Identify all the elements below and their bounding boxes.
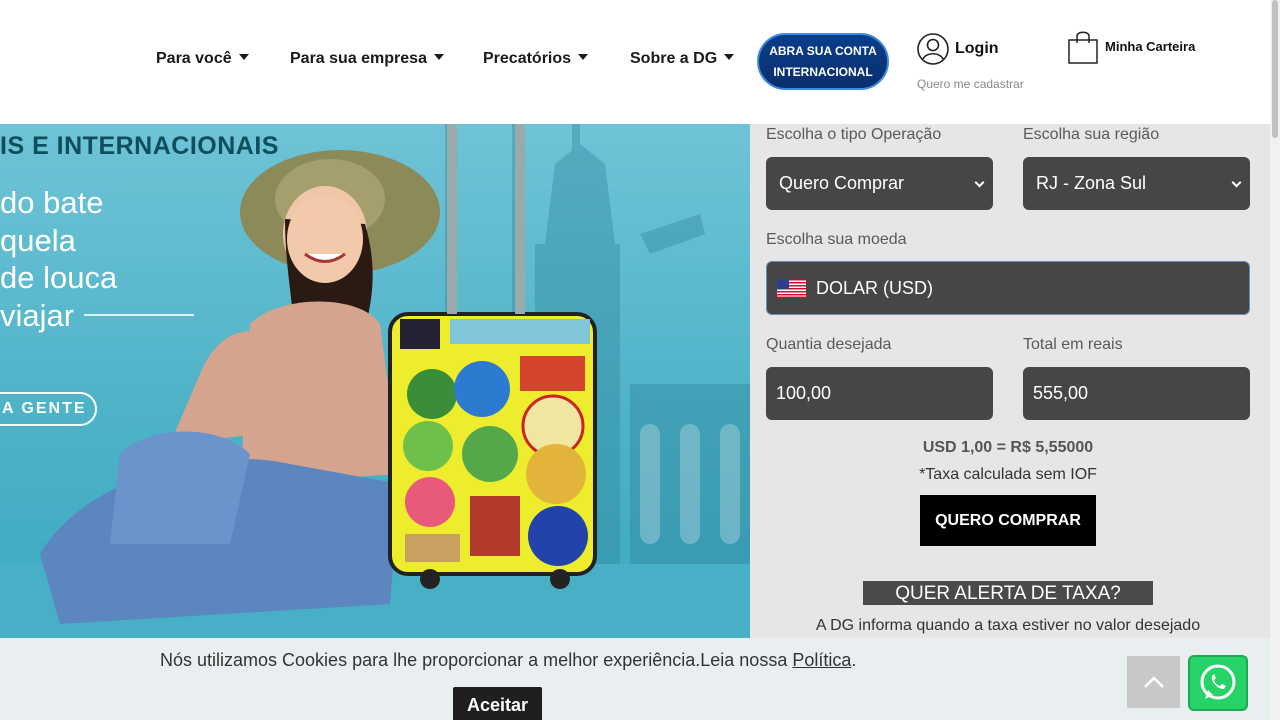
- operation-select[interactable]: Quero Comprar: [766, 157, 993, 210]
- nav-para-sua-empresa[interactable]: Para sua empresa: [290, 50, 444, 68]
- rate-alert-banner[interactable]: QUER ALERTA DE TAXA?: [863, 581, 1153, 605]
- operation-label: Escolha o tipo Operação: [766, 126, 942, 143]
- caret-down-icon: [238, 54, 249, 60]
- total-value: 555,00: [1033, 383, 1089, 403]
- us-flag-icon: [777, 278, 806, 298]
- region-value: RJ - Zona Sul: [1036, 173, 1147, 193]
- login-link[interactable]: Login: [955, 40, 999, 58]
- intl-line1: ABRA SUA CONTA: [769, 43, 877, 58]
- rate-note: *Taxa calculada sem IOF: [919, 466, 1097, 483]
- caret-down-icon: [578, 54, 589, 60]
- total-input[interactable]: 555,00: [1023, 367, 1250, 420]
- hero-cta-button[interactable]: A GENTE: [0, 392, 97, 426]
- scrollbar-thumb[interactable]: [1272, 0, 1278, 138]
- exchange-rate: USD 1,00 = R$ 5,55000: [922, 439, 1094, 456]
- site-header: Para você Para sua empresa Precatórios S…: [0, 0, 1270, 124]
- currency-label: Escolha sua moeda: [766, 231, 907, 248]
- cookie-message: Nós utilizamos Cookies para lhe proporci…: [160, 650, 856, 671]
- hero-tagline: do bate quela de louca viajar: [0, 184, 117, 334]
- cookie-text: Nós utilizamos Cookies para lhe proporci…: [160, 650, 793, 670]
- hero-banner: IS E INTERNACIONAIS do bate quela de lou…: [0, 124, 750, 638]
- operation-value: Quero Comprar: [779, 173, 905, 193]
- shopping-bag-icon[interactable]: [1066, 29, 1100, 65]
- cookie-suffix: .: [851, 650, 857, 670]
- user-icon[interactable]: [917, 33, 949, 65]
- nav-label: Para sua empresa: [290, 50, 427, 67]
- nav-label: Para você: [156, 50, 232, 67]
- region-select[interactable]: RJ - Zona Sul: [1023, 157, 1250, 210]
- caret-down-icon: [724, 54, 735, 60]
- accept-cookies-button[interactable]: Aceitar: [453, 687, 542, 720]
- nav-label: Precatórios: [483, 50, 572, 67]
- chevron-down-icon: [1231, 177, 1242, 188]
- nav-label: Sobre a DG: [630, 50, 718, 67]
- hero-tagline-line: de louca: [0, 260, 118, 295]
- hero-divider: [84, 314, 194, 316]
- region-label: Escolha sua região: [1023, 126, 1160, 143]
- open-international-account-button[interactable]: ABRA SUA CONTA INTERNACIONAL: [757, 33, 889, 90]
- whatsapp-icon: [1200, 664, 1236, 700]
- intl-line2: INTERNACIONAL: [773, 64, 873, 79]
- quantity-input[interactable]: 100,00: [766, 367, 993, 420]
- currency-select[interactable]: DOLAR (USD): [766, 261, 1250, 315]
- privacy-policy-link[interactable]: Política: [792, 650, 851, 670]
- quantity-value: 100,00: [776, 383, 832, 403]
- caret-down-icon: [433, 54, 444, 60]
- wallet-link[interactable]: Minha Carteira: [1105, 39, 1195, 54]
- hero-tagline-line: do bate: [0, 185, 104, 220]
- chevron-down-icon: [974, 177, 985, 188]
- register-link[interactable]: Quero me cadastrar: [917, 77, 1024, 91]
- rate-alert-description: A DG informa quando a taxa estiver no va…: [815, 617, 1201, 634]
- total-label: Total em reais: [1023, 336, 1123, 353]
- whatsapp-button[interactable]: [1188, 655, 1248, 711]
- nav-precatorios[interactable]: Precatórios: [483, 50, 589, 68]
- back-to-top-button[interactable]: [1127, 656, 1180, 708]
- hero-tagline-line: quela: [0, 222, 76, 258]
- quantity-label: Quantia desejada: [766, 336, 892, 353]
- currency-value: DOLAR (USD): [816, 277, 934, 298]
- chevron-up-icon: [1143, 676, 1164, 688]
- nav-sobre-dg[interactable]: Sobre a DG: [630, 50, 735, 68]
- hero-heading: IS E INTERNACIONAIS: [0, 132, 279, 160]
- nav-para-voce[interactable]: Para você: [156, 50, 249, 68]
- buy-button[interactable]: QUERO COMPRAR: [920, 495, 1096, 546]
